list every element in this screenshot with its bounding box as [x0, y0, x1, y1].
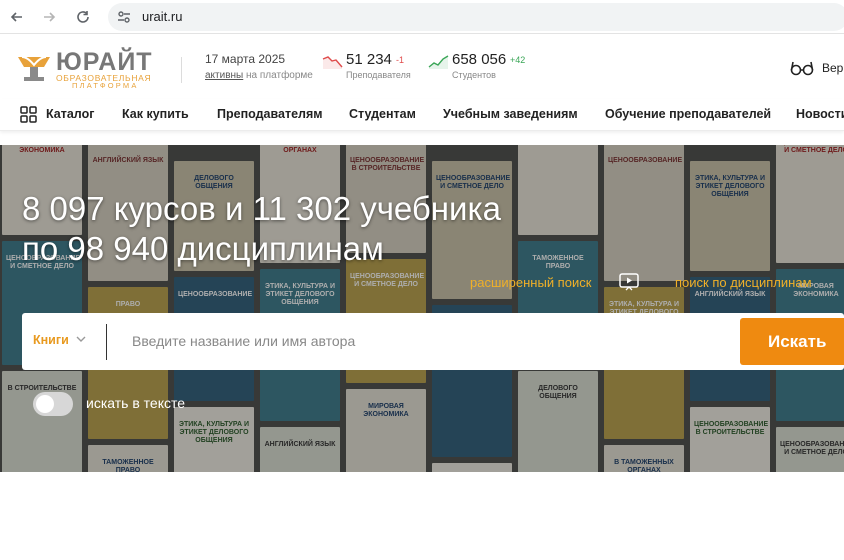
menu-item-news[interactable]: Новости [796, 107, 844, 121]
menu-item-catalog[interactable]: Каталог [46, 107, 94, 121]
search-in-text-toggle[interactable] [33, 392, 73, 416]
header-divider [181, 57, 182, 83]
search-bar: Книги Искать [22, 313, 844, 370]
browser-toolbar: urait.ru [0, 0, 844, 34]
urait-logo[interactable]: ЮРАЙТ ОБРАЗОВАТЕЛЬНАЯ ПЛАТФОРМА [16, 48, 161, 90]
logo-mark-icon [18, 56, 50, 81]
menu-item-how-to-buy[interactable]: Как купить [122, 107, 189, 121]
menu-item-teacher-training[interactable]: Обучение преподавателей [605, 107, 771, 121]
search-divider [106, 324, 107, 360]
active-users-line: активны на платформе [205, 70, 313, 81]
url-text[interactable]: urait.ru [142, 9, 182, 24]
students-delta: +42 [510, 55, 526, 65]
teachers-delta: -1 [396, 55, 405, 65]
menu-item-institutions[interactable]: Учебным заведениям [443, 107, 578, 121]
trend-up-icon [428, 55, 449, 69]
main-menu: Каталог Как купить Преподавателям Студен… [0, 99, 844, 131]
advanced-search-link[interactable]: расширенный поиск [470, 275, 591, 290]
hero-title-line-2: по 98 940 дисциплинам [22, 230, 384, 267]
site-header: ЮРАЙТ ОБРАЗОВАТЕЛЬНАЯ ПЛАТФОРМА 17 марта… [0, 35, 844, 99]
current-date: 17 марта 2025 [205, 52, 286, 66]
students-label: Студентов [452, 70, 496, 80]
search-input[interactable] [132, 329, 732, 353]
search-type-select[interactable]: Книги [33, 333, 69, 347]
teachers-count: 51 234 [346, 51, 392, 68]
hero-title-line-1: 8 097 курсов и 11 302 учебника [22, 190, 501, 227]
teachers-label: Преподавателя [346, 70, 411, 80]
video-help-icon[interactable] [619, 273, 639, 291]
back-arrow-icon[interactable] [6, 6, 28, 28]
toggle-knob [36, 395, 54, 413]
address-bar[interactable]: urait.ru [108, 3, 844, 31]
trend-down-icon [322, 56, 343, 69]
menu-item-students[interactable]: Студентам [349, 107, 416, 121]
search-button[interactable]: Искать [740, 318, 844, 365]
reload-icon[interactable] [72, 6, 94, 28]
menu-item-teachers[interactable]: Преподавателям [217, 107, 323, 121]
search-in-text-label: искать в тексте [86, 395, 186, 411]
hero-banner: МИРОВАЯ ЭКОНОМИКАЦЕНООБРАЗОВАНИЕ И СМЕТН… [0, 145, 844, 472]
logo-name: ЮРАЙТ [56, 48, 153, 76]
active-users-text: на платформе [243, 70, 313, 81]
catalog-grid-icon[interactable] [20, 106, 37, 123]
hero-title: 8 097 курсов и 11 302 учебника по 98 940… [22, 189, 501, 269]
glasses-icon[interactable] [790, 59, 814, 77]
chevron-down-icon[interactable] [76, 334, 86, 344]
active-users-link[interactable]: активны [205, 70, 243, 81]
forward-arrow-icon[interactable] [38, 6, 60, 28]
discipline-search-link[interactable]: поиск по дисциплинам [675, 275, 812, 290]
site-settings-icon[interactable] [116, 9, 132, 25]
students-count: 658 056 [452, 51, 507, 68]
logo-subtitle-2: ПЛАТФОРМА [72, 81, 139, 90]
accessibility-version-link[interactable]: Вер [822, 61, 843, 75]
